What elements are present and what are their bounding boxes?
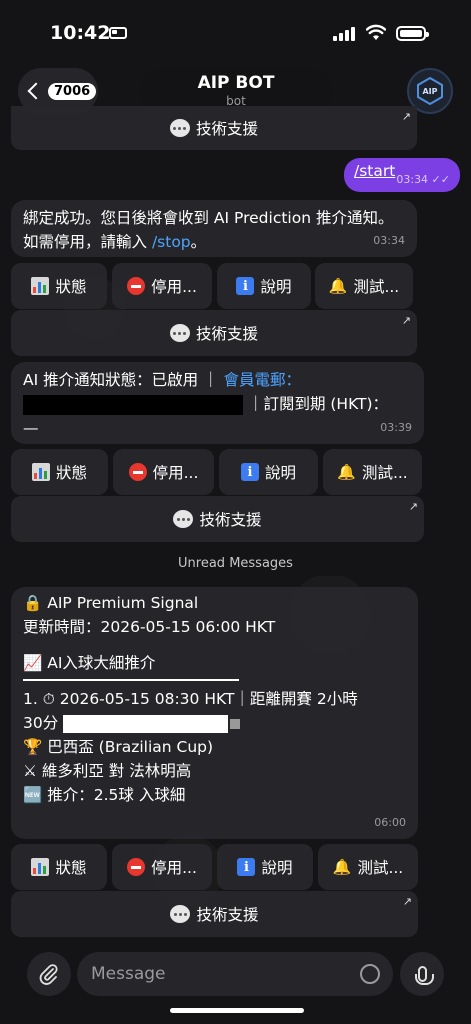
redacted-email — [23, 394, 243, 415]
redacted-field — [63, 714, 229, 733]
speech-bubble-icon — [173, 510, 194, 528]
sticker-icon[interactable] — [360, 964, 380, 984]
subscription-expiry-value: — — [23, 419, 39, 437]
bar-chart-icon — [31, 463, 50, 481]
external-link-icon: ↗ — [401, 110, 411, 123]
incoming-message: AI 推介通知狀態：已啟用 ｜ 會員電郵： ｜訂閱到期 (HKT)： — 03:… — [11, 362, 424, 444]
message-text: 綁定成功。您日後將會收到 AI Prediction 推介通知。如需停用，請輸入 — [23, 209, 394, 251]
attach-button[interactable] — [27, 952, 71, 996]
home-indicator — [170, 1008, 304, 1013]
new-icon: 🆕 — [23, 786, 43, 804]
paperclip-icon — [39, 964, 58, 985]
voice-record-button[interactable] — [400, 952, 444, 996]
chat-name: AIP BOT — [197, 73, 275, 93]
trophy-icon: 🏆 — [23, 738, 43, 756]
crossed-swords-icon: ⚔ — [23, 762, 37, 780]
test-button[interactable]: 🔔 測試... — [318, 844, 418, 890]
bell-icon: 🔔 — [328, 277, 348, 295]
no-entry-icon — [127, 858, 146, 876]
status-button[interactable]: 狀態 — [11, 263, 107, 309]
lock-icon: 🔒 — [23, 594, 43, 612]
test-button[interactable]: 🔔 測試... — [323, 449, 422, 495]
support-button[interactable]: 技術支援 ↗ — [11, 496, 424, 542]
sleep-focus-icon — [109, 27, 127, 39]
clock: 10:42 — [50, 22, 111, 44]
support-label: 技術支援 — [195, 120, 258, 138]
match-time-line: 1. ⏱ 2026-05-15 08:30 HKT｜距離開賽 2小時 — [23, 690, 358, 708]
no-entry-icon — [128, 463, 147, 481]
bar-chart-icon — [31, 858, 50, 876]
subscription-expiry-label: ｜訂閱到期 (HKT)： — [247, 395, 389, 413]
status-button[interactable]: 狀態 — [11, 449, 108, 495]
svg-text:AIP: AIP — [422, 87, 437, 96]
status-bar: 10:42 — [0, 0, 471, 70]
match-countdown: 30分 — [23, 714, 59, 732]
divider-line — [23, 679, 239, 681]
unread-count-badge: 7006 — [48, 82, 97, 100]
message-input[interactable] — [77, 952, 393, 996]
chart-increasing-icon: 📈 — [23, 654, 43, 672]
stop-command-link[interactable]: /stop — [152, 233, 191, 251]
info-icon: i — [237, 858, 256, 876]
wifi-icon — [366, 24, 386, 40]
start-command[interactable]: /start — [354, 162, 395, 180]
signal-heading: AIP Premium Signal — [47, 594, 199, 612]
incoming-message: 🔒 AIP Premium Signal 更新時間：2026-05-15 06:… — [11, 587, 418, 839]
notify-status-text: AI 推介通知狀態：已啟用 ｜ — [23, 371, 219, 389]
chevron-left-icon — [27, 82, 45, 100]
info-icon: i — [236, 277, 255, 295]
member-email-label: 會員電郵： — [223, 371, 301, 389]
stop-button[interactable]: 停用... — [112, 263, 212, 309]
help-button[interactable]: i 說明 — [217, 263, 311, 309]
speech-bubble-icon — [169, 324, 190, 342]
recommendation: 推介：2.5球 入球細 — [47, 786, 186, 804]
message-time: 03:34 ✓✓ — [396, 173, 450, 186]
bar-chart-icon — [31, 277, 50, 295]
support-button[interactable]: 技術支援 ↗ — [11, 310, 417, 356]
external-link-icon: ↗ — [401, 314, 411, 327]
stop-button[interactable]: 停用... — [113, 449, 214, 495]
match-teams: 維多利亞 對 法林明高 — [41, 762, 192, 780]
incoming-message: 綁定成功。您日後將會收到 AI Prediction 推介通知。如需停用，請輸入… — [11, 200, 417, 257]
support-button[interactable]: 技術支援 ↗ — [11, 106, 417, 150]
message-time: 03:39 — [380, 421, 412, 434]
speech-bubble-icon — [169, 119, 190, 137]
info-icon: i — [240, 463, 259, 481]
outgoing-message: /start 03:34 ✓✓ — [344, 158, 460, 192]
help-button[interactable]: i 說明 — [217, 844, 313, 890]
speech-bubble-icon — [170, 905, 191, 923]
section-title: AI入球大細推介 — [47, 654, 156, 672]
test-button[interactable]: 🔔 測試... — [315, 263, 413, 309]
no-entry-icon — [127, 277, 146, 295]
competition-name: 巴西盃 (Brazilian Cup) — [47, 738, 214, 756]
cellular-signal-icon — [333, 27, 357, 41]
help-button[interactable]: i 說明 — [219, 449, 318, 495]
bell-icon: 🔔 — [332, 858, 352, 876]
aip-logo-icon: AIP — [417, 76, 443, 106]
message-time: 03:34 — [373, 234, 405, 247]
external-link-icon: ↗ — [408, 500, 418, 513]
message-time: 06:00 — [374, 816, 406, 829]
support-button[interactable]: 技術支援 ↗ — [11, 891, 418, 937]
bell-icon: 🔔 — [337, 463, 356, 481]
battery-icon — [396, 26, 429, 41]
microphone-icon — [414, 966, 434, 985]
status-button[interactable]: 狀態 — [11, 844, 107, 890]
square-icon — [230, 718, 241, 729]
update-time: 更新時間：2026-05-15 06:00 HKT — [23, 618, 276, 636]
unread-divider: Unread Messages — [0, 552, 471, 576]
stop-button[interactable]: 停用... — [112, 844, 212, 890]
external-link-icon: ↗ — [402, 895, 412, 908]
